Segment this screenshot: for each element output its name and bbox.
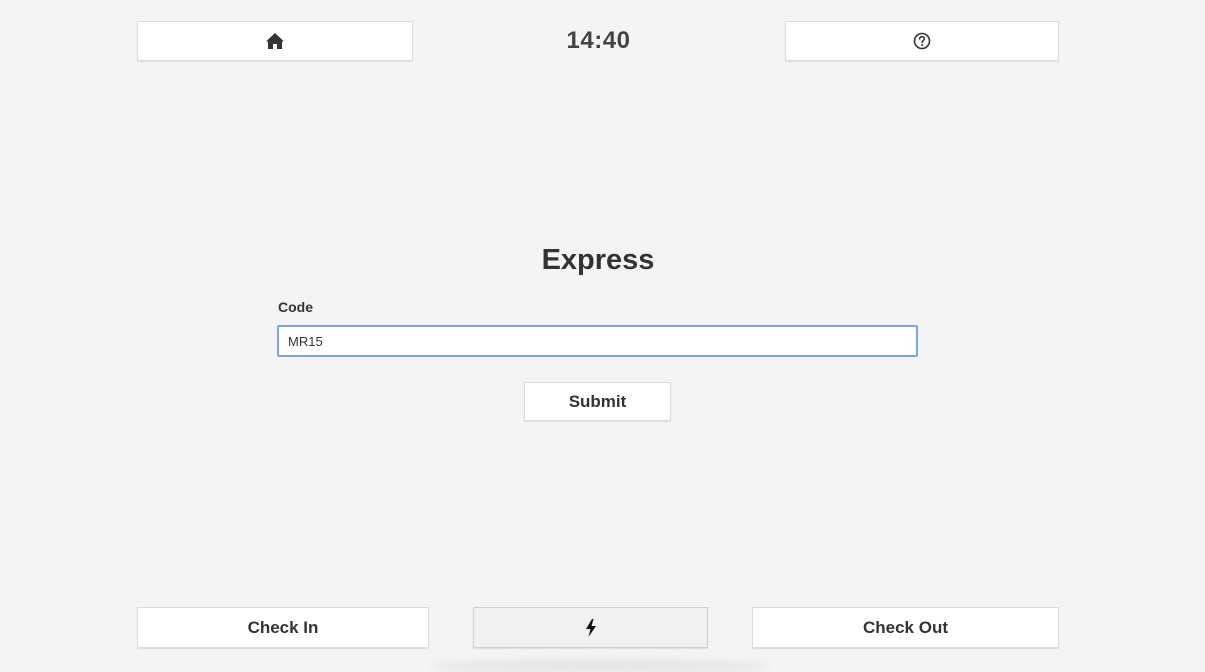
home-indicator [430,660,770,672]
lightning-bolt-icon [585,618,597,637]
question-circle-icon [913,32,931,50]
help-button[interactable] [785,21,1059,61]
check-in-button[interactable]: Check In [137,607,429,648]
home-icon [265,32,285,50]
clock: 14:40 [566,27,631,54]
code-input[interactable] [277,325,918,357]
page-title: Express [541,244,655,276]
express-button[interactable] [473,607,708,648]
submit-button[interactable]: Submit [524,382,671,421]
code-label: Code [278,299,313,315]
check-out-button[interactable]: Check Out [752,607,1059,648]
home-button[interactable] [137,21,413,61]
